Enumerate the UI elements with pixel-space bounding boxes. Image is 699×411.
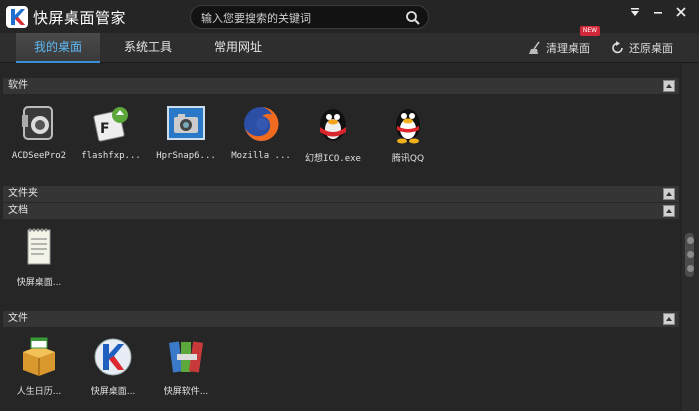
section-header-folders: 文件夹 [3,186,679,202]
section-title-documents: 文档 [8,205,28,216]
minimize-button[interactable] [649,3,667,21]
item-label: 快屏软件... [163,387,209,397]
item-label: 快屏桌面... [16,278,62,288]
item-label: flashfxp... [81,151,141,161]
notepad-icon [27,228,51,265]
restore-desktop-button[interactable]: 还原桌面 [611,40,677,58]
firefox-icon [244,106,279,141]
tab-bar: 我的桌面 系统工具 常用网址 清理桌面 还原桌面 [0,33,699,63]
clean-desktop-button[interactable]: 清理桌面 [528,40,594,58]
tab-system-tools[interactable]: 系统工具 [108,33,188,63]
desktop-item-mozilla[interactable]: Mozilla ... [225,103,297,173]
item-label: ACDSeePro2 [11,151,67,161]
restore-desktop-label: 还原桌面 [629,42,673,55]
search-icon[interactable] [405,10,421,26]
grip-dot [687,237,694,244]
penguin-icon [320,109,346,141]
restore-icon [612,41,623,54]
section-title-files: 文件 [8,313,28,324]
search-box[interactable] [190,5,429,29]
section-header-software: 软件 [3,78,679,94]
menu-dropdown-button[interactable] [626,3,644,21]
kuaiping-icon [94,338,132,376]
desktop-item-document[interactable]: 快屏桌面... [3,227,75,297]
collapse-software-button[interactable] [663,80,675,92]
broom-icon [529,41,540,54]
section-header-files: 文件 [3,311,679,327]
grip-dot [687,251,694,258]
section-title-software: 软件 [8,80,28,91]
calendar-box-icon [23,337,55,376]
search-input[interactable] [201,9,401,27]
item-label: 人生日历... [16,387,62,397]
desktop-item-kuaiping-desktop[interactable]: 快屏桌面... [77,336,149,406]
item-label: HprSnap6... [156,151,216,161]
desktop-item-hprsnap[interactable]: HprSnap6... [150,103,222,173]
close-button[interactable] [672,3,690,21]
item-label: 腾讯QQ [391,154,425,164]
app-logo-icon [6,6,28,28]
svg-text:F: F [100,121,110,137]
desktop-item-flashfxp[interactable]: F flashfxp... [75,103,147,173]
desktop-item-kuaiping-software[interactable]: 快屏软件... [150,336,222,406]
camera-icon [167,106,205,140]
item-label: 快屏桌面... [90,387,136,397]
speaker-icon [22,106,53,140]
qq-icon [396,109,420,144]
scrollbar[interactable] [682,63,699,411]
desktop-item-calendar[interactable]: 人生日历... [3,336,75,406]
books-icon [168,341,204,373]
section-header-documents: 文档 [3,203,679,219]
collapse-folders-button[interactable] [663,188,675,200]
item-label: 幻想ICO.exe [305,154,361,164]
clean-desktop-label: 清理桌面 [546,42,590,55]
flashfxp-icon: F [93,107,128,142]
tab-my-desktop[interactable]: 我的桌面 [16,33,100,63]
scroll-thumb[interactable] [685,233,694,277]
section-title-folders: 文件夹 [8,188,38,199]
collapse-documents-button[interactable] [663,205,675,217]
item-label: Mozilla ... [231,151,291,161]
menu-dropdown-icon [631,8,639,16]
collapse-files-button[interactable] [663,313,675,325]
desktop-item-acdsee[interactable]: ACDSeePro2 [3,103,75,173]
new-badge: NEW [580,26,600,36]
minimize-icon [654,12,662,14]
tab-common-sites[interactable]: 常用网址 [198,33,278,63]
desktop-content: 软件 ACDSeePro2 F flashfxp... HprSnap6... [0,63,680,411]
close-icon [676,7,686,17]
app-title: 快屏桌面管家 [33,9,127,27]
desktop-item-tencent-qq[interactable]: 腾讯QQ [372,103,444,173]
grip-dot [687,265,694,272]
desktop-item-huanxiang-ico[interactable]: 幻想ICO.exe [297,103,369,173]
